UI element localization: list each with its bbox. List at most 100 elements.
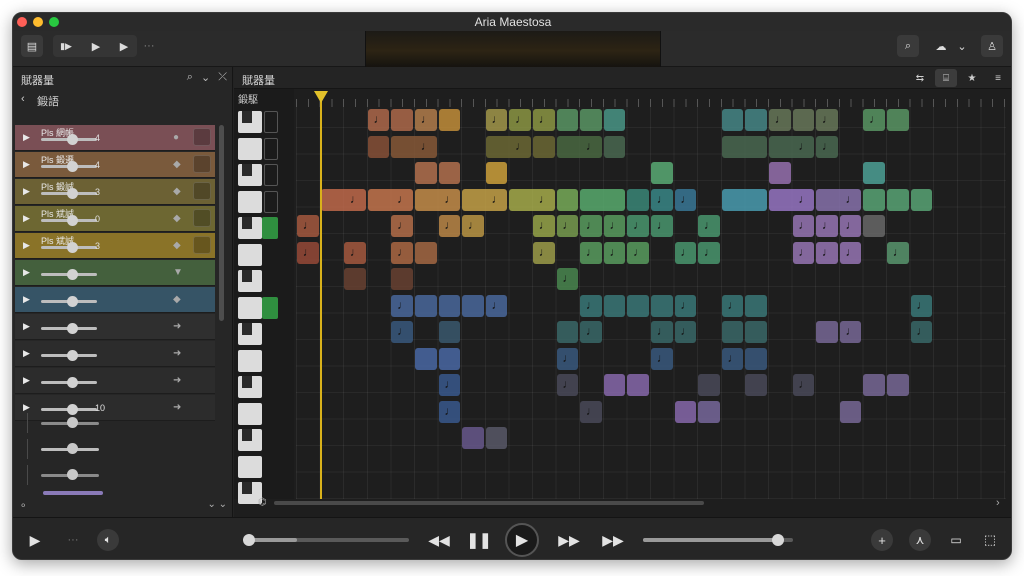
midi-note[interactable]: ♩: [651, 188, 673, 211]
track-mute-toggle[interactable]: [193, 182, 211, 200]
track-instrument-icon[interactable]: ➜: [173, 375, 181, 386]
midi-note[interactable]: ♩: [509, 109, 531, 131]
midi-note[interactable]: [887, 374, 909, 396]
midi-note[interactable]: [721, 109, 744, 131]
track-row[interactable]: ▶ Pls 網帳 4 ●: [15, 125, 215, 151]
volume-button[interactable]: 🔈︎: [97, 529, 119, 551]
midi-note[interactable]: [367, 135, 390, 158]
piano-key[interactable]: [238, 270, 290, 292]
list-button[interactable]: ≡: [987, 69, 1009, 87]
volume-slider-knob[interactable]: [772, 534, 784, 546]
midi-note[interactable]: [438, 162, 461, 184]
piano-key[interactable]: [238, 429, 290, 451]
midi-note[interactable]: [769, 162, 791, 184]
midi-note[interactable]: ♩: [839, 241, 862, 264]
user-button[interactable]: ♙: [981, 35, 1003, 57]
midi-note[interactable]: ♩: [556, 135, 602, 158]
midi-note[interactable]: [745, 294, 767, 317]
piano-key[interactable]: [238, 217, 290, 239]
track-instrument-icon[interactable]: ◆: [173, 294, 181, 305]
main-play-button[interactable]: ▶: [505, 523, 539, 557]
midi-note[interactable]: ♩: [415, 188, 461, 211]
piano-key[interactable]: [238, 190, 290, 213]
midi-note[interactable]: ♩: [297, 241, 319, 264]
disclosure-triangle-icon[interactable]: ▶: [23, 159, 30, 170]
midi-note[interactable]: [627, 188, 649, 211]
midi-note[interactable]: ♩: [367, 188, 413, 211]
midi-note[interactable]: ♩: [721, 294, 744, 317]
midi-note[interactable]: ♩: [674, 188, 697, 211]
piano-key[interactable]: [238, 376, 290, 398]
midi-note[interactable]: [415, 294, 437, 317]
midi-note[interactable]: ♩: [556, 374, 579, 396]
midi-note[interactable]: ♩: [438, 215, 461, 237]
midi-note[interactable]: [533, 135, 555, 158]
chevron-down-icon[interactable]: ⌄ ⌄: [207, 499, 227, 510]
track-volume-knob[interactable]: [67, 242, 78, 253]
disclosure-triangle-icon[interactable]: ▶: [23, 186, 30, 197]
midi-note[interactable]: [438, 109, 461, 131]
track-volume-knob[interactable]: [67, 215, 78, 226]
tracks-view-button[interactable]: ▤: [21, 35, 43, 57]
piano-key[interactable]: [238, 243, 290, 266]
midi-note[interactable]: ♩: [627, 215, 649, 237]
track-volume-knob[interactable]: [67, 188, 78, 199]
timeline-ruler[interactable]: [296, 89, 1006, 107]
settings-icon[interactable]: ⚬: [19, 501, 27, 512]
midi-note[interactable]: ♩: [297, 215, 319, 237]
track-row[interactable]: ▶ ➜: [15, 341, 215, 367]
midi-note[interactable]: [556, 188, 579, 211]
midi-note[interactable]: ♩: [816, 215, 838, 237]
midi-note[interactable]: ♩: [769, 135, 815, 158]
midi-note[interactable]: [344, 268, 366, 290]
midi-note[interactable]: ♩: [816, 135, 838, 158]
track-volume-knob[interactable]: [67, 296, 78, 307]
midi-note[interactable]: ♩: [674, 321, 697, 343]
piano-key[interactable]: [238, 323, 290, 345]
midi-note[interactable]: ♩: [580, 400, 602, 423]
disclosure-triangle-icon[interactable]: ▶: [23, 213, 30, 224]
midi-note[interactable]: ♩: [438, 400, 461, 423]
favorite-button[interactable]: ★: [961, 69, 983, 87]
midi-note[interactable]: [580, 109, 602, 131]
fullscreen-button[interactable]: ⬚: [979, 529, 1001, 551]
midi-note[interactable]: ♩: [580, 241, 602, 264]
midi-note[interactable]: ♩: [792, 215, 815, 237]
more-button[interactable]: ···: [63, 530, 83, 550]
midi-note[interactable]: ♩: [769, 109, 791, 131]
search-button[interactable]: ⌕: [897, 35, 919, 57]
midi-note[interactable]: ♩: [863, 109, 885, 131]
track-instrument-icon[interactable]: ◆: [173, 240, 181, 251]
track-row[interactable]: ▶ ◆: [15, 287, 215, 313]
midi-note[interactable]: ♩: [533, 241, 555, 264]
zoom-icon[interactable]: ⌬: [258, 497, 267, 508]
track-row[interactable]: ▶ ➜: [15, 368, 215, 394]
midi-note[interactable]: ♩: [391, 294, 413, 317]
more-button[interactable]: ···: [139, 35, 159, 57]
midi-note[interactable]: ♩: [839, 215, 862, 237]
midi-note[interactable]: [603, 294, 626, 317]
track-mute-toggle[interactable]: [193, 155, 211, 173]
midi-note[interactable]: ♩: [320, 188, 366, 211]
cloud-menu-button[interactable]: ⌄: [955, 35, 969, 57]
back-icon[interactable]: ‹: [21, 93, 25, 105]
go-to-start-button[interactable]: ▮▶: [53, 35, 79, 57]
track-instrument-icon[interactable]: ▼: [173, 267, 183, 278]
midi-note[interactable]: [462, 427, 484, 449]
disclosure-triangle-icon[interactable]: ▶: [23, 348, 30, 359]
midi-note[interactable]: ♩: [674, 241, 697, 264]
midi-note[interactable]: ♩: [533, 109, 555, 131]
track-row[interactable]: ▶ ▼: [15, 260, 215, 286]
skip-forward-button[interactable]: ▶▶: [601, 530, 625, 550]
midi-note[interactable]: ♩: [391, 241, 413, 264]
midi-note[interactable]: ♩: [391, 215, 413, 237]
collapse-icon[interactable]: ⤫: [218, 71, 227, 84]
midi-note[interactable]: [698, 400, 720, 423]
horizontal-scrollbar[interactable]: [274, 501, 704, 505]
midi-note[interactable]: ♩: [556, 268, 579, 290]
midi-note[interactable]: [415, 162, 437, 184]
midi-note[interactable]: [910, 188, 933, 211]
note-grid[interactable]: ♩ ♩ ♩ ♩ ♩ ♩ ♩ ♩ ♩ ♩ ♩ ♩ ♩ ♩ ♩ ♩ ♩ ♩ ♩ ♩ ♩ ♩ ♩ ♩ ♩ ♩ ♩ ♩ ♩ ♩ ♩ ♩ ♩ ♩ ♩ ♩ ♩ ♩ ♩ ♩…: [296, 107, 1006, 499]
midi-note[interactable]: [745, 374, 767, 396]
track-instrument-icon[interactable]: ◆: [173, 186, 181, 197]
